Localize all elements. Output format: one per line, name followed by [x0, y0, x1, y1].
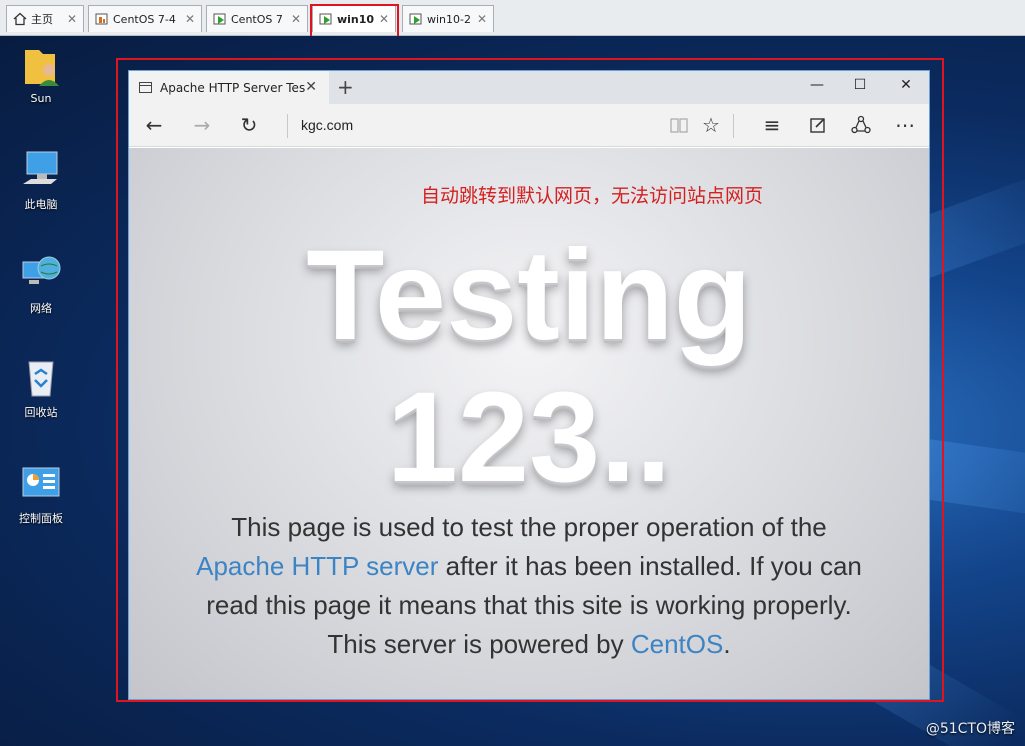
home-icon	[13, 12, 27, 26]
desktop-icon-control-panel[interactable]: 控制面板	[6, 462, 76, 526]
desktop-icon-label: Sun	[30, 92, 52, 105]
more-icon[interactable]: ⋯	[892, 114, 918, 136]
back-icon[interactable]: ←	[141, 114, 167, 136]
vm-tab-label: CentOS 7-4	[113, 12, 176, 26]
desc-text: This page is used to test the proper ope…	[231, 512, 827, 542]
page-icon	[139, 82, 152, 93]
close-button[interactable]: ✕	[894, 77, 918, 93]
minimize-button[interactable]: —	[805, 77, 829, 93]
vm-tab-label: 主页	[31, 13, 53, 26]
web-note-icon[interactable]	[805, 114, 831, 138]
desktop-icon-label: 回收站	[24, 406, 58, 419]
user-folder-icon	[19, 44, 63, 88]
vm-running-icon	[409, 12, 423, 26]
network-icon	[19, 252, 63, 296]
share-icon[interactable]	[848, 114, 874, 139]
vm-tab-label: win10-2	[427, 12, 471, 26]
close-icon[interactable]: ✕	[185, 12, 195, 26]
recycle-bin-icon	[19, 356, 63, 400]
hub-icon[interactable]: ≡	[759, 114, 785, 136]
centos-link[interactable]: CentOS	[631, 629, 724, 659]
browser-tab[interactable]: Apache HTTP Server Tes ✕	[129, 71, 329, 104]
favorite-star-icon[interactable]: ☆	[698, 114, 724, 136]
vm-icon	[95, 12, 109, 26]
vm-tab-centos-7[interactable]: CentOS 7 ✕	[206, 5, 308, 32]
desktop-icon-label: 控制面板	[19, 512, 63, 525]
watermark: @51CTO博客	[925, 721, 1015, 737]
address-bar[interactable]: kgc.com	[301, 117, 353, 133]
browser-titlebar: Apache HTTP Server Tes ✕ + — ☐ ✕	[129, 71, 929, 104]
desktop-icon-network[interactable]: 网络	[6, 252, 76, 316]
vm-running-icon	[213, 12, 227, 26]
reading-view-icon[interactable]	[666, 114, 692, 138]
desktop-icon-this-pc[interactable]: 此电脑	[6, 148, 76, 212]
vm-tab-home[interactable]: 主页 ✕	[6, 5, 84, 32]
close-icon[interactable]: ✕	[67, 12, 77, 26]
desc-text: .	[723, 629, 731, 659]
new-tab-icon[interactable]: +	[337, 75, 354, 99]
desktop-icon-recycle-bin[interactable]: 回收站	[6, 356, 76, 420]
browser-tab-title: Apache HTTP Server Tes	[160, 80, 306, 95]
refresh-icon[interactable]: ↻	[236, 114, 262, 136]
browser-window: Apache HTTP Server Tes ✕ + — ☐ ✕ ← → ↻ k…	[128, 70, 930, 700]
web-page: 自动跳转到默认网页，无法访问站点网页 Testing 123.. This pa…	[129, 148, 929, 699]
apache-link[interactable]: Apache HTTP server	[196, 551, 438, 581]
page-description: This page is used to test the proper ope…	[189, 508, 869, 664]
headline-testing: Testing	[306, 224, 752, 367]
control-panel-icon	[19, 462, 63, 506]
desktop-icon-label: 此电脑	[24, 198, 58, 211]
forward-icon[interactable]: →	[189, 114, 215, 136]
vm-tab-bar: 主页 ✕ CentOS 7-4 ✕ CentOS 7 ✕ win10 ✕ win…	[0, 0, 1025, 36]
browser-toolbar: ← → ↻ kgc.com ☆ ≡ ⋯	[129, 104, 929, 147]
headline-123: 123..	[386, 366, 672, 509]
computer-icon	[19, 148, 63, 192]
vm-tab-label: CentOS 7	[231, 12, 283, 26]
close-tab-icon[interactable]: ✕	[305, 79, 317, 95]
desktop-icon-label: 网络	[30, 302, 52, 315]
vm-tab-centos-7-4[interactable]: CentOS 7-4 ✕	[88, 5, 202, 32]
toolbar-separator	[733, 114, 734, 138]
vm-tab-win10-2[interactable]: win10-2 ✕	[402, 5, 494, 32]
close-icon[interactable]: ✕	[291, 12, 301, 26]
annotation-note: 自动跳转到默认网页，无法访问站点网页	[421, 185, 764, 207]
address-separator	[287, 114, 288, 138]
maximize-button[interactable]: ☐	[848, 77, 872, 93]
desktop-icon-sun[interactable]: Sun	[6, 44, 76, 105]
close-icon[interactable]: ✕	[477, 12, 487, 26]
